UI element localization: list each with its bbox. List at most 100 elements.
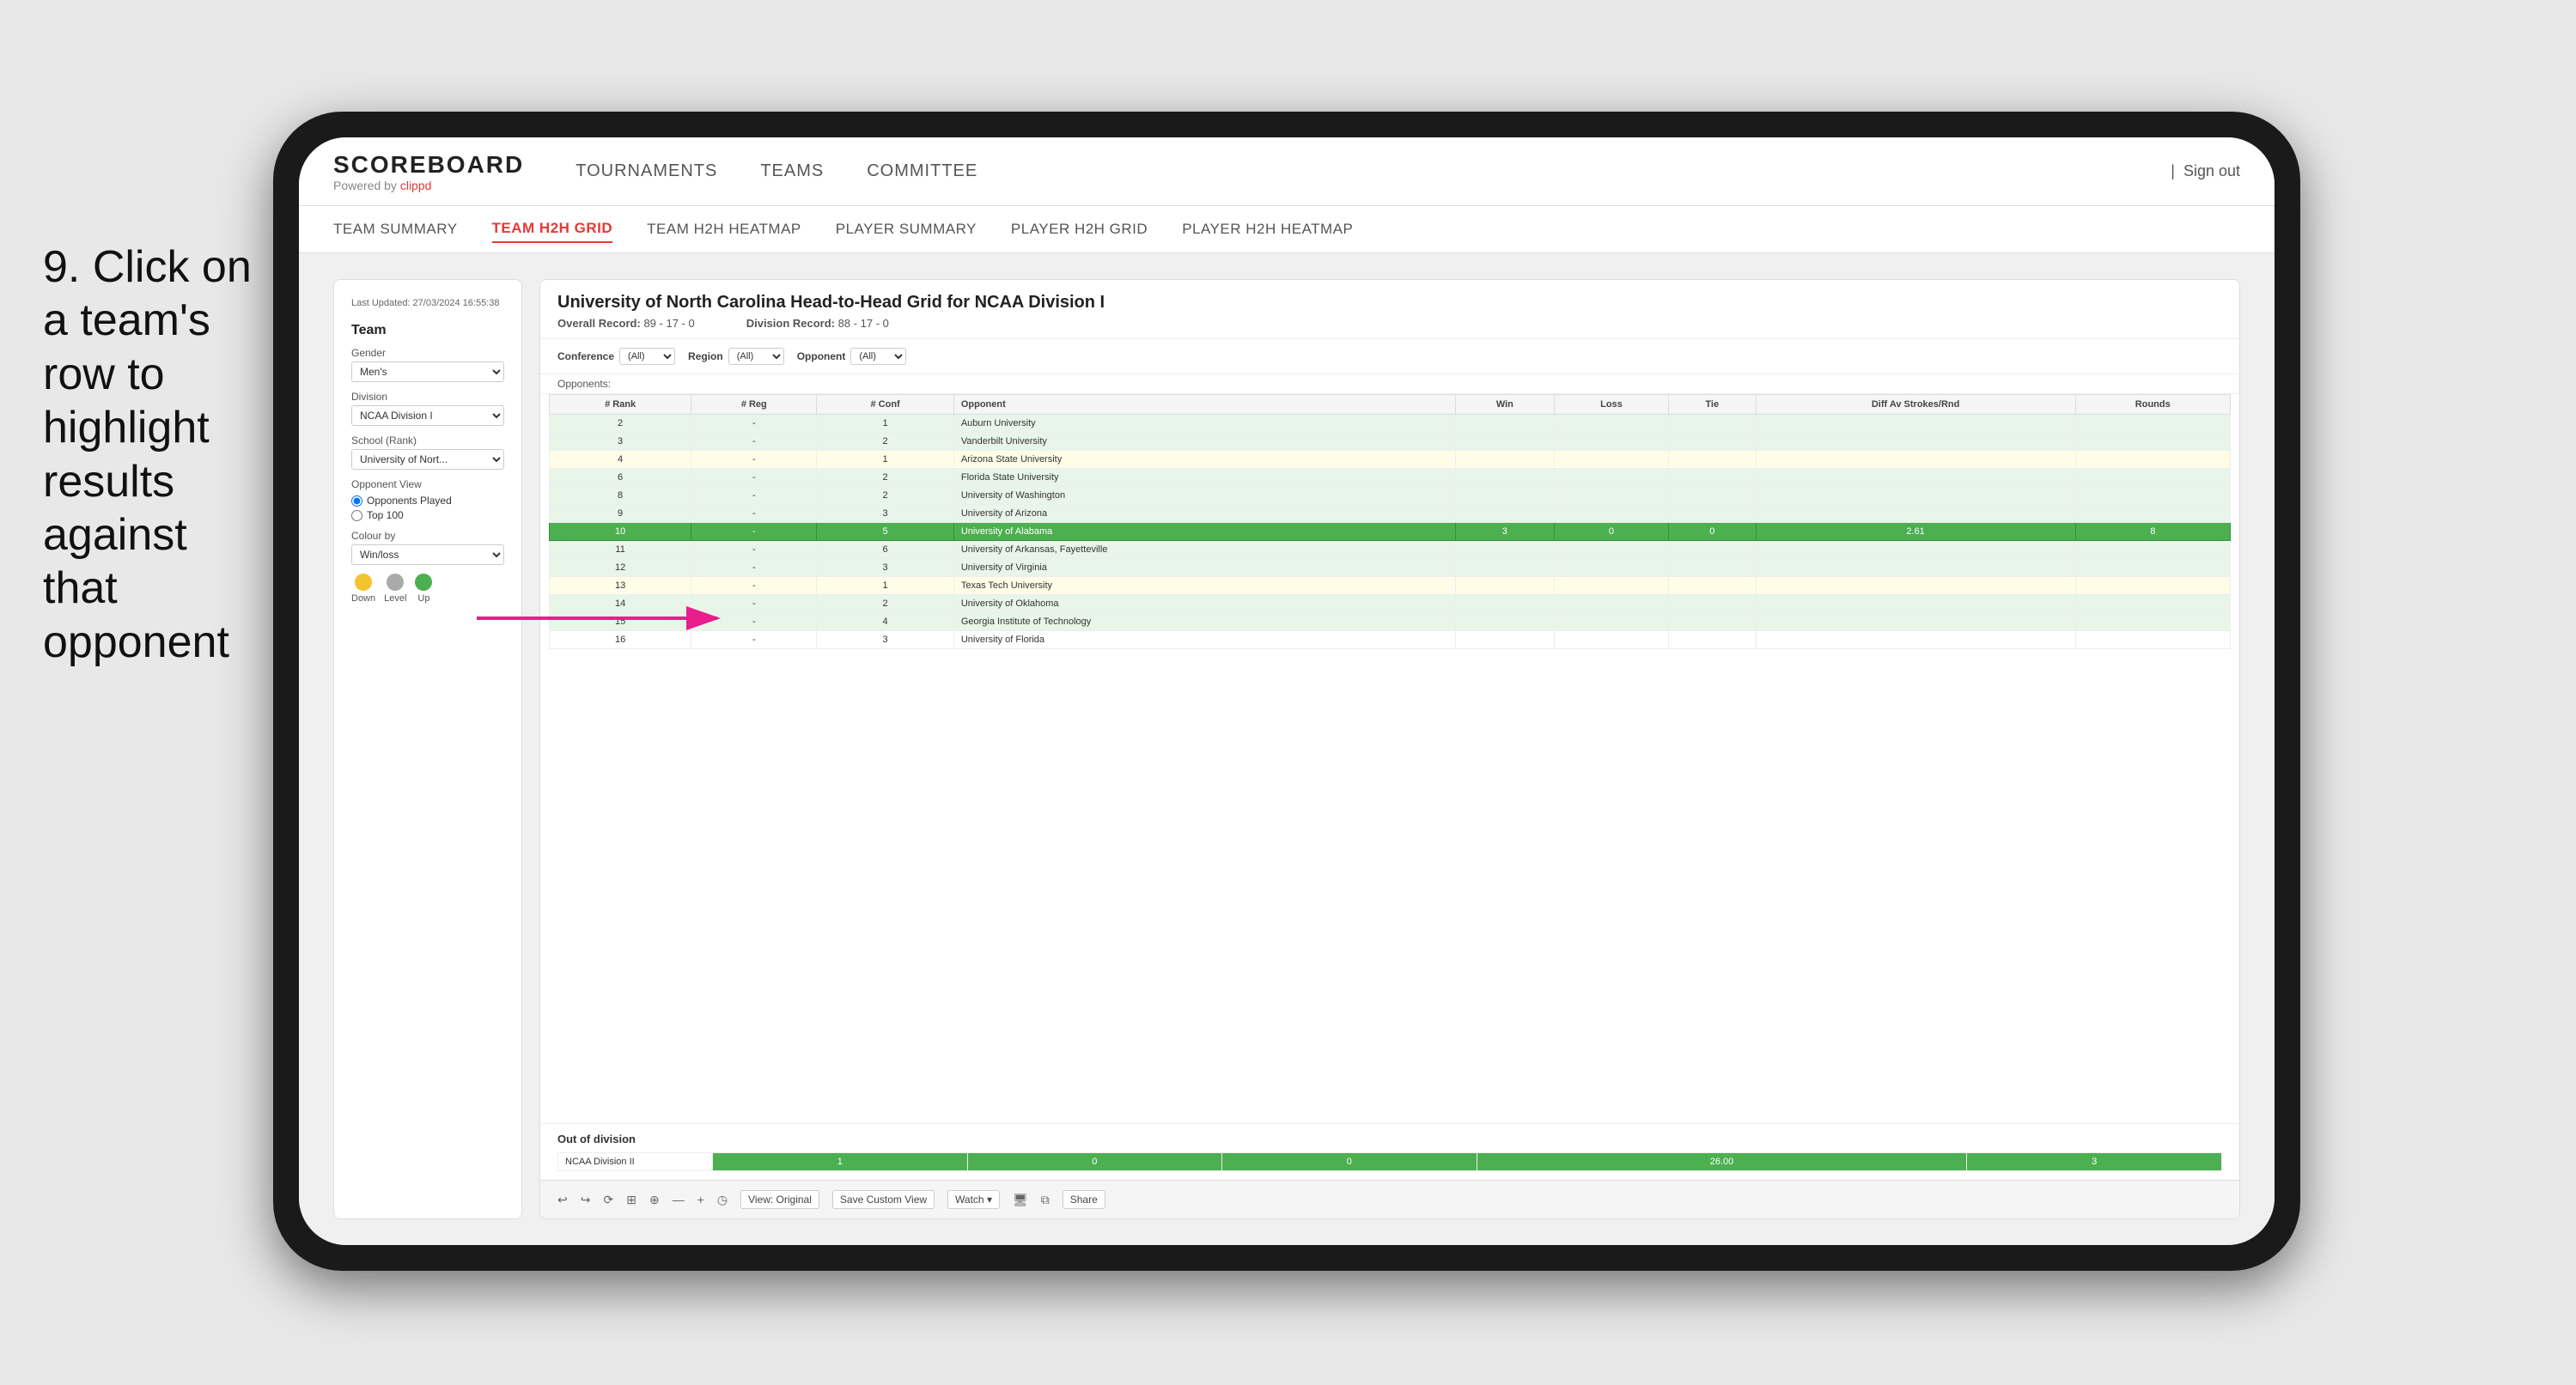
cell-data: 3 (817, 559, 953, 577)
cell-data: 0 (1555, 523, 1669, 541)
sub-nav-team-summary[interactable]: TEAM SUMMARY (333, 216, 458, 242)
cell-data: 12 (550, 559, 691, 577)
sidebar-division-select[interactable]: NCAA Division I (351, 405, 504, 426)
table-container[interactable]: # Rank # Reg # Conf Opponent Win Loss Ti… (540, 394, 2239, 1123)
toolbar-copy[interactable]: ⧉ (1041, 1193, 1050, 1207)
cell-data: - (691, 541, 817, 559)
cell-data: 11 (550, 541, 691, 559)
sub-nav-team-h2h-grid[interactable]: TEAM H2H GRID (492, 216, 613, 243)
sub-nav-player-summary[interactable]: PLAYER SUMMARY (836, 216, 977, 242)
logo-title: SCOREBOARD (333, 151, 524, 179)
table-row[interactable]: 8-2University of Washington (550, 487, 2231, 505)
table-row[interactable]: 16-3University of Florida (550, 631, 2231, 649)
sidebar-colour-by-select[interactable]: Win/loss (351, 544, 504, 565)
toolbar-dash[interactable]: — (673, 1193, 685, 1206)
table-row[interactable]: 14-2University of Oklahoma (550, 595, 2231, 613)
toolbar-grid[interactable]: ⊞ (626, 1193, 636, 1207)
cell-data: 1 (817, 451, 953, 469)
cell-data: - (691, 559, 817, 577)
sub-nav-player-h2h-heatmap[interactable]: PLAYER H2H HEATMAP (1182, 216, 1353, 242)
overall-record: Overall Record: 89 - 17 - 0 (557, 317, 695, 330)
table-row[interactable]: 9-3University of Arizona (550, 505, 2231, 523)
filter-opponent-select[interactable]: (All) (850, 348, 906, 365)
cell-data (1455, 595, 1554, 613)
nav-committee[interactable]: COMMITTEE (867, 157, 977, 185)
cell-data (2075, 631, 2230, 649)
cell-data: 6 (550, 469, 691, 487)
cell-data: - (691, 523, 817, 541)
table-row[interactable]: 12-3University of Virginia (550, 559, 2231, 577)
cell-data: 9 (550, 505, 691, 523)
legend-up-label: Up (417, 593, 429, 604)
nav-tournaments[interactable]: TOURNAMENTS (575, 157, 717, 185)
legend-down: Down (351, 574, 375, 604)
cell-data: 1 (817, 577, 953, 595)
arrow-annotation (477, 601, 734, 670)
sidebar-radio-top100[interactable]: Top 100 (351, 509, 504, 521)
filter-conference-select[interactable]: (All) (619, 348, 675, 365)
table-row[interactable]: 11-6University of Arkansas, Fayetteville (550, 541, 2231, 559)
cell-opponent: University of Washington (953, 487, 1455, 505)
out-division-loss: 0 (967, 1153, 1222, 1171)
toolbar-add[interactable]: ⊕ (649, 1193, 660, 1207)
sub-nav-player-h2h-grid[interactable]: PLAYER H2H GRID (1011, 216, 1148, 242)
cell-data (1455, 433, 1554, 451)
cell-data: 6 (817, 541, 953, 559)
cell-data (1668, 487, 1756, 505)
cell-opponent: Texas Tech University (953, 577, 1455, 595)
table-row[interactable]: 3-2Vanderbilt University (550, 433, 2231, 451)
col-opponent: Opponent (953, 395, 1455, 415)
panel-title: University of North Carolina Head-to-Hea… (557, 293, 2222, 313)
table-row[interactable]: 10-5University of Alabama3002.618 (550, 523, 2231, 541)
out-division-row[interactable]: NCAA Division II 1 0 0 26.00 3 (558, 1153, 2222, 1171)
cell-data (1455, 451, 1554, 469)
cell-data (1555, 577, 1669, 595)
toolbar-undo[interactable]: ↩ (557, 1193, 568, 1207)
cell-data: 3 (817, 631, 953, 649)
toolbar-view-original[interactable]: View: Original (740, 1190, 819, 1209)
table-row[interactable]: 13-1Texas Tech University (550, 577, 2231, 595)
cell-data (1555, 631, 1669, 649)
toolbar-monitor[interactable]: 🖥 (1013, 1193, 1028, 1207)
cell-data (1668, 595, 1756, 613)
table-row[interactable]: 6-2Florida State University (550, 469, 2231, 487)
sign-out-button[interactable]: Sign out (2183, 162, 2240, 180)
toolbar-save-custom[interactable]: Save Custom View (832, 1190, 935, 1209)
sidebar-team-label: Team (351, 323, 504, 338)
table-row[interactable]: 4-1Arizona State University (550, 451, 2231, 469)
main-content: Last Updated: 27/03/2024 16:55:38 Team G… (299, 253, 2275, 1245)
cell-data (1756, 505, 2075, 523)
sidebar-radio-opponents-played[interactable]: Opponents Played (351, 495, 504, 507)
cell-data (1555, 433, 1669, 451)
col-reg: # Reg (691, 395, 817, 415)
toolbar-redo[interactable]: ↪ (581, 1193, 591, 1207)
cell-data (2075, 487, 2230, 505)
tablet-screen: SCOREBOARD Powered by clippd TOURNAMENTS… (299, 137, 2275, 1245)
cell-data: - (691, 577, 817, 595)
table-row[interactable]: 15-4Georgia Institute of Technology (550, 613, 2231, 631)
sidebar-school-rank-select[interactable]: University of Nort... (351, 449, 504, 470)
toolbar-share[interactable]: Share (1063, 1190, 1105, 1209)
cell-data (1668, 631, 1756, 649)
sidebar-division-label: Division (351, 391, 504, 403)
sidebar-opponent-view-label: Opponent View (351, 478, 504, 490)
cell-data (1756, 451, 2075, 469)
sidebar: Last Updated: 27/03/2024 16:55:38 Team G… (333, 279, 522, 1219)
cell-data (2075, 415, 2230, 433)
toolbar-refresh[interactable]: ⟳ (603, 1193, 613, 1207)
col-loss: Loss (1555, 395, 1669, 415)
toolbar-clock[interactable]: ◷ (717, 1193, 728, 1207)
toolbar-plus[interactable]: + (697, 1193, 704, 1206)
filter-region-select[interactable]: (All) (728, 348, 784, 365)
sub-nav-team-h2h-heatmap[interactable]: TEAM H2H HEATMAP (647, 216, 801, 242)
toolbar-watch[interactable]: Watch ▾ (947, 1190, 1000, 1209)
cell-data: - (691, 487, 817, 505)
sidebar-gender-select[interactable]: Men's (351, 361, 504, 382)
main-panel: University of North Carolina Head-to-Hea… (539, 279, 2240, 1219)
cell-data: - (691, 451, 817, 469)
out-of-division-table: NCAA Division II 1 0 0 26.00 3 (557, 1152, 2222, 1171)
nav-teams[interactable]: TEAMS (760, 157, 824, 185)
out-division-diff: 26.00 (1477, 1153, 1967, 1171)
table-row[interactable]: 2-1Auburn University (550, 415, 2231, 433)
cell-data (1668, 433, 1756, 451)
